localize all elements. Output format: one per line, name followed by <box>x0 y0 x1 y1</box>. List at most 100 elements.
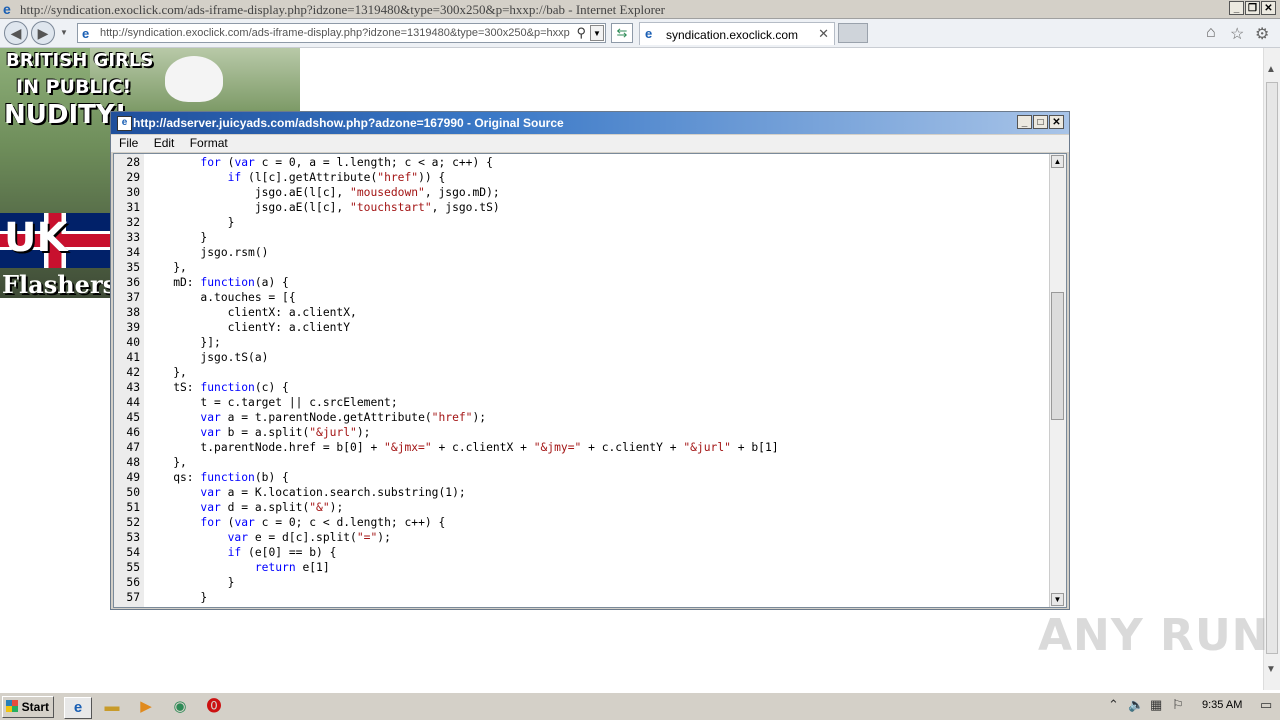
code-token: c = 0; c < d.length; c++) { <box>254 516 446 529</box>
menu-format[interactable]: Format <box>182 135 232 150</box>
line-number: 51 <box>126 501 140 514</box>
line-number: 45 <box>126 411 140 424</box>
source-minimize-button[interactable]: _ <box>1017 115 1032 129</box>
code-token: "href" <box>431 411 473 424</box>
code-line: 42 }, <box>114 365 779 380</box>
code-token: e = d[c].split( <box>248 531 357 544</box>
page-scrollbar[interactable]: ▲ ▼ <box>1263 48 1280 690</box>
start-label: Start <box>21 700 49 714</box>
code-token: "&jurl" <box>683 441 731 454</box>
line-number: 50 <box>126 486 140 499</box>
code-token: var <box>227 531 249 544</box>
code-line: 48 }, <box>114 455 779 470</box>
source-scroll-up-icon[interactable]: ▲ <box>1051 155 1064 168</box>
action-center-flag-icon[interactable]: ⚐ <box>1172 697 1184 713</box>
code-token: mD: <box>146 276 201 289</box>
line-number: 33 <box>126 231 140 244</box>
code-token: + b[1] <box>730 441 779 454</box>
menu-file[interactable]: File <box>111 135 142 150</box>
line-number: 46 <box>126 426 140 439</box>
tray-expand-icon[interactable]: ⌃ <box>1108 697 1119 713</box>
start-button[interactable]: Start <box>2 696 54 718</box>
browser-tab[interactable]: e syndication.exoclick.com ✕ <box>639 22 835 45</box>
code-token: }, <box>146 261 187 274</box>
code-token: }, <box>146 456 187 469</box>
system-tray: ⌃ 🔈 ▦ ⚐ 9:35 AM ▭ <box>1100 695 1280 718</box>
forward-button[interactable]: ▶ <box>31 21 55 45</box>
ad-photo-hat <box>165 56 223 102</box>
line-number: 37 <box>126 291 140 304</box>
code-token: )) { <box>418 171 446 184</box>
code-line: 45 var a = t.parentNode.getAttribute("hr… <box>114 410 779 425</box>
history-dropdown-icon[interactable]: ▼ <box>60 28 68 37</box>
source-close-button[interactable]: ✕ <box>1049 115 1064 129</box>
code-token: jsgo.aE(l[c], <box>146 186 351 199</box>
source-scrollbar[interactable]: ▲ ▼ <box>1049 154 1066 607</box>
line-number: 44 <box>126 396 140 409</box>
code-line: 43 tS: function(c) { <box>114 380 779 395</box>
code-token: jsgo.tS(a) <box>146 351 269 364</box>
taskbar-opera-icon[interactable]: ⓿ <box>203 697 225 717</box>
taskbar-chrome-icon[interactable]: ◉ <box>169 697 191 717</box>
address-dropdown-icon[interactable]: ▼ <box>590 25 604 41</box>
close-button[interactable]: ✕ <box>1261 1 1276 15</box>
line-number: 36 <box>126 276 140 289</box>
code-token: (a) { <box>254 276 289 289</box>
menu-edit[interactable]: Edit <box>146 135 179 150</box>
taskbar-folder-icon[interactable]: ▬ <box>101 697 123 717</box>
search-icon[interactable]: ⚲ <box>576 25 586 41</box>
code-line: 39 clientY: a.clientY <box>114 320 779 335</box>
source-maximize-button[interactable]: □ <box>1033 115 1048 129</box>
taskbar: Start e ▬ ▶ ◉ ⓿ ⌃ 🔈 ▦ ⚐ 9:35 AM ▭ <box>0 692 1280 720</box>
taskbar-media-player-icon[interactable]: ▶ <box>135 697 157 717</box>
back-button[interactable]: ◀ <box>4 21 28 45</box>
show-desktop-icon[interactable]: ▭ <box>1260 697 1272 713</box>
source-scroll-down-icon[interactable]: ▼ <box>1051 593 1064 606</box>
taskbar-ie-icon[interactable]: e <box>64 697 92 719</box>
code-line: 37 a.touches = [{ <box>114 290 779 305</box>
code-token: for <box>200 156 221 169</box>
address-url[interactable]: http://syndication.exoclick.com/ads-ifra… <box>100 27 570 39</box>
code-token: "&jmx=" <box>384 441 432 454</box>
minimize-button[interactable]: _ <box>1229 1 1244 15</box>
page-icon: e <box>82 26 90 41</box>
scrollbar-thumb[interactable] <box>1266 82 1278 654</box>
scroll-up-icon[interactable]: ▲ <box>1266 64 1276 75</box>
code-line: 50 var a = K.location.search.substring(1… <box>114 485 779 500</box>
code-token: t.parentNode.href = b[0] + <box>146 441 385 454</box>
new-tab-button[interactable] <box>838 23 868 43</box>
favorites-star-icon[interactable]: ☆ <box>1230 24 1244 44</box>
network-icon[interactable]: ▦ <box>1150 697 1162 713</box>
code-token: "&jurl" <box>309 426 357 439</box>
tools-gear-icon[interactable]: ⚙ <box>1255 24 1269 44</box>
volume-icon[interactable]: 🔈 <box>1128 697 1144 713</box>
code-token: qs: <box>146 471 201 484</box>
code-token: "touchstart" <box>350 201 432 214</box>
refresh-icon[interactable]: ⇆ <box>611 23 633 43</box>
restore-button[interactable]: ❐ <box>1245 1 1260 15</box>
clock[interactable]: 9:35 AM <box>1202 699 1242 711</box>
source-scrollbar-thumb[interactable] <box>1051 292 1064 420</box>
code-line: 52 for (var c = 0; c < d.length; c++) { <box>114 515 779 530</box>
source-code-area[interactable]: 28 for (var c = 0, a = l.length; c < a; … <box>113 153 1067 608</box>
scroll-down-icon[interactable]: ▼ <box>1266 664 1276 675</box>
code-line: 36 mD: function(a) { <box>114 275 779 290</box>
code-token: "=" <box>356 531 378 544</box>
address-bar[interactable]: e http://syndication.exoclick.com/ads-if… <box>77 23 606 43</box>
code-token: var <box>234 156 255 169</box>
source-menu-bar: File Edit Format <box>111 135 1069 152</box>
code-line: 40 }]; <box>114 335 779 350</box>
tab-close-icon[interactable]: ✕ <box>818 26 829 42</box>
home-icon[interactable]: ⌂ <box>1206 24 1216 42</box>
code-line: 44 t = c.target || c.srcElement; <box>114 395 779 410</box>
code-token: ); <box>377 531 391 544</box>
browser-title-bar: e http://syndication.exoclick.com/ads-if… <box>0 0 1280 19</box>
code-token: }]; <box>146 336 221 349</box>
code-token: ); <box>356 426 371 439</box>
code-token: (c) { <box>254 381 289 394</box>
code-token: e[1] <box>295 561 330 574</box>
code-line: 55 return e[1] <box>114 560 779 575</box>
